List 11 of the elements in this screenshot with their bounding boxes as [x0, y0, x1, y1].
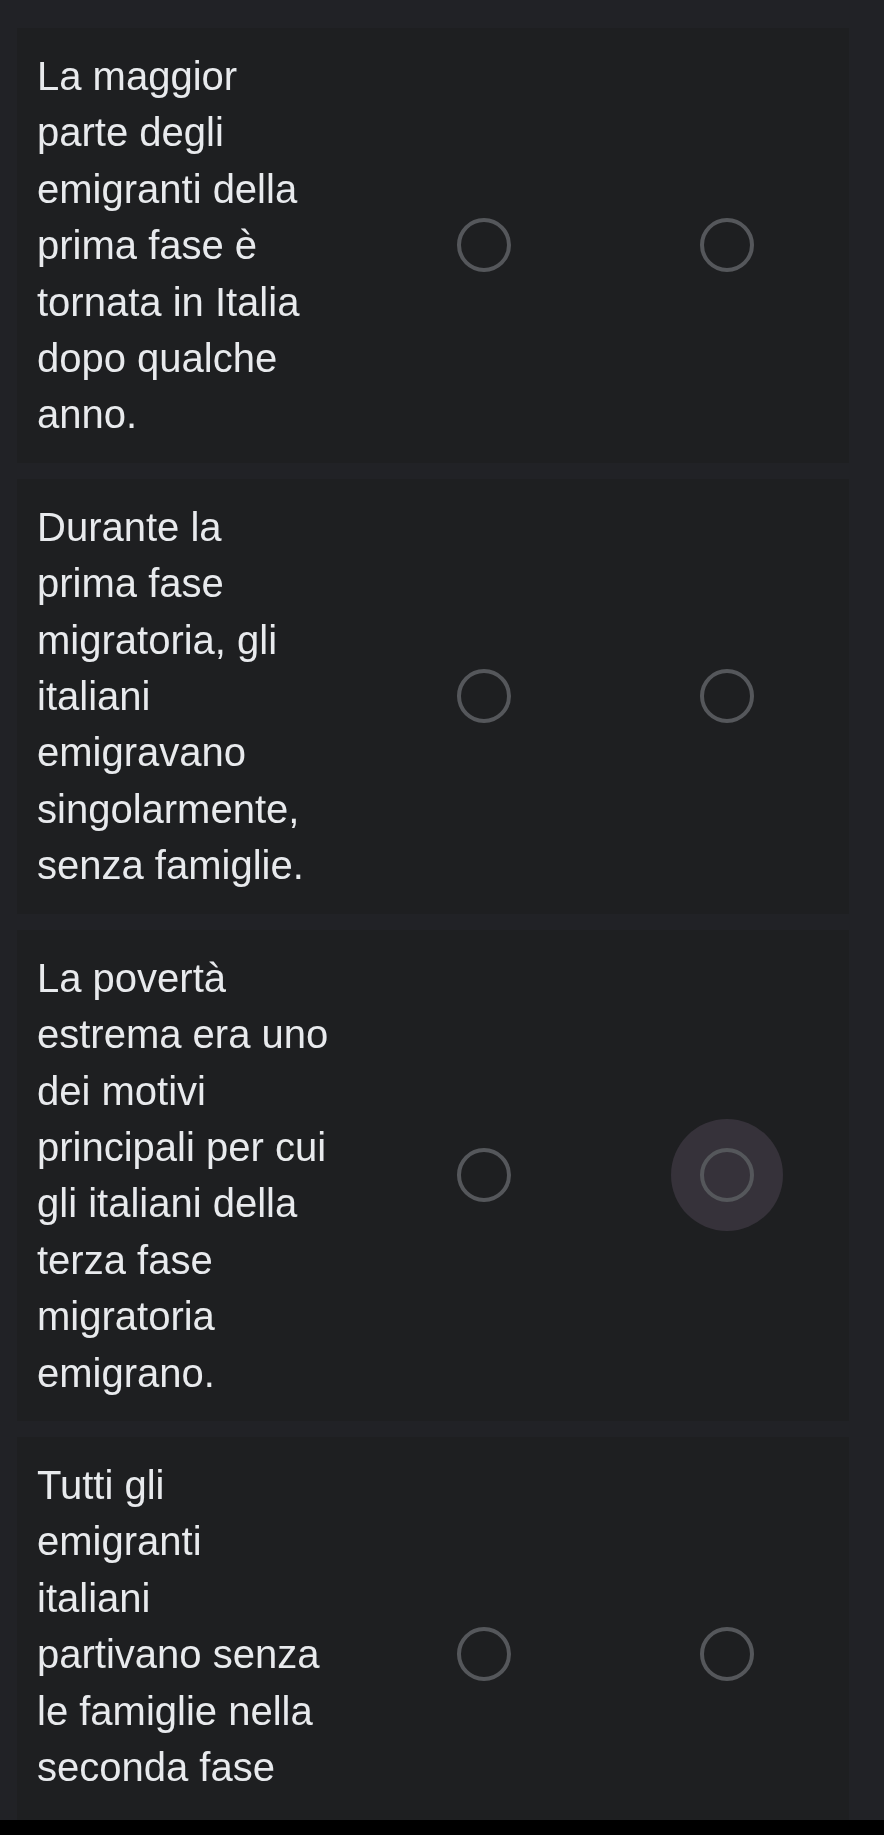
radio-button[interactable] — [456, 218, 511, 273]
radio-button[interactable] — [456, 669, 511, 724]
radio-button[interactable] — [700, 218, 755, 273]
statement-text: La maggior parte degli emigranti della prima fase è tornata in Italia dopo qualche anno. — [36, 53, 301, 439]
statement-text: Durante la prima fase migratoria, gli italiani emigravano singolarmente, senza famiglie. — [36, 503, 305, 890]
radio-button[interactable] — [456, 1627, 511, 1682]
statement-text: La povertà estrema era uno dei motivi principali per cui gli italiani della terza fase migratoria emigrano. — [36, 954, 330, 1397]
statement-text: Tutti gli emigranti italiani partivano senza le famiglie nella seconda fase — [36, 1461, 321, 1791]
radio-button[interactable] — [700, 669, 755, 724]
radio-button[interactable] — [700, 1627, 755, 1682]
radio-button[interactable] — [456, 1148, 511, 1203]
